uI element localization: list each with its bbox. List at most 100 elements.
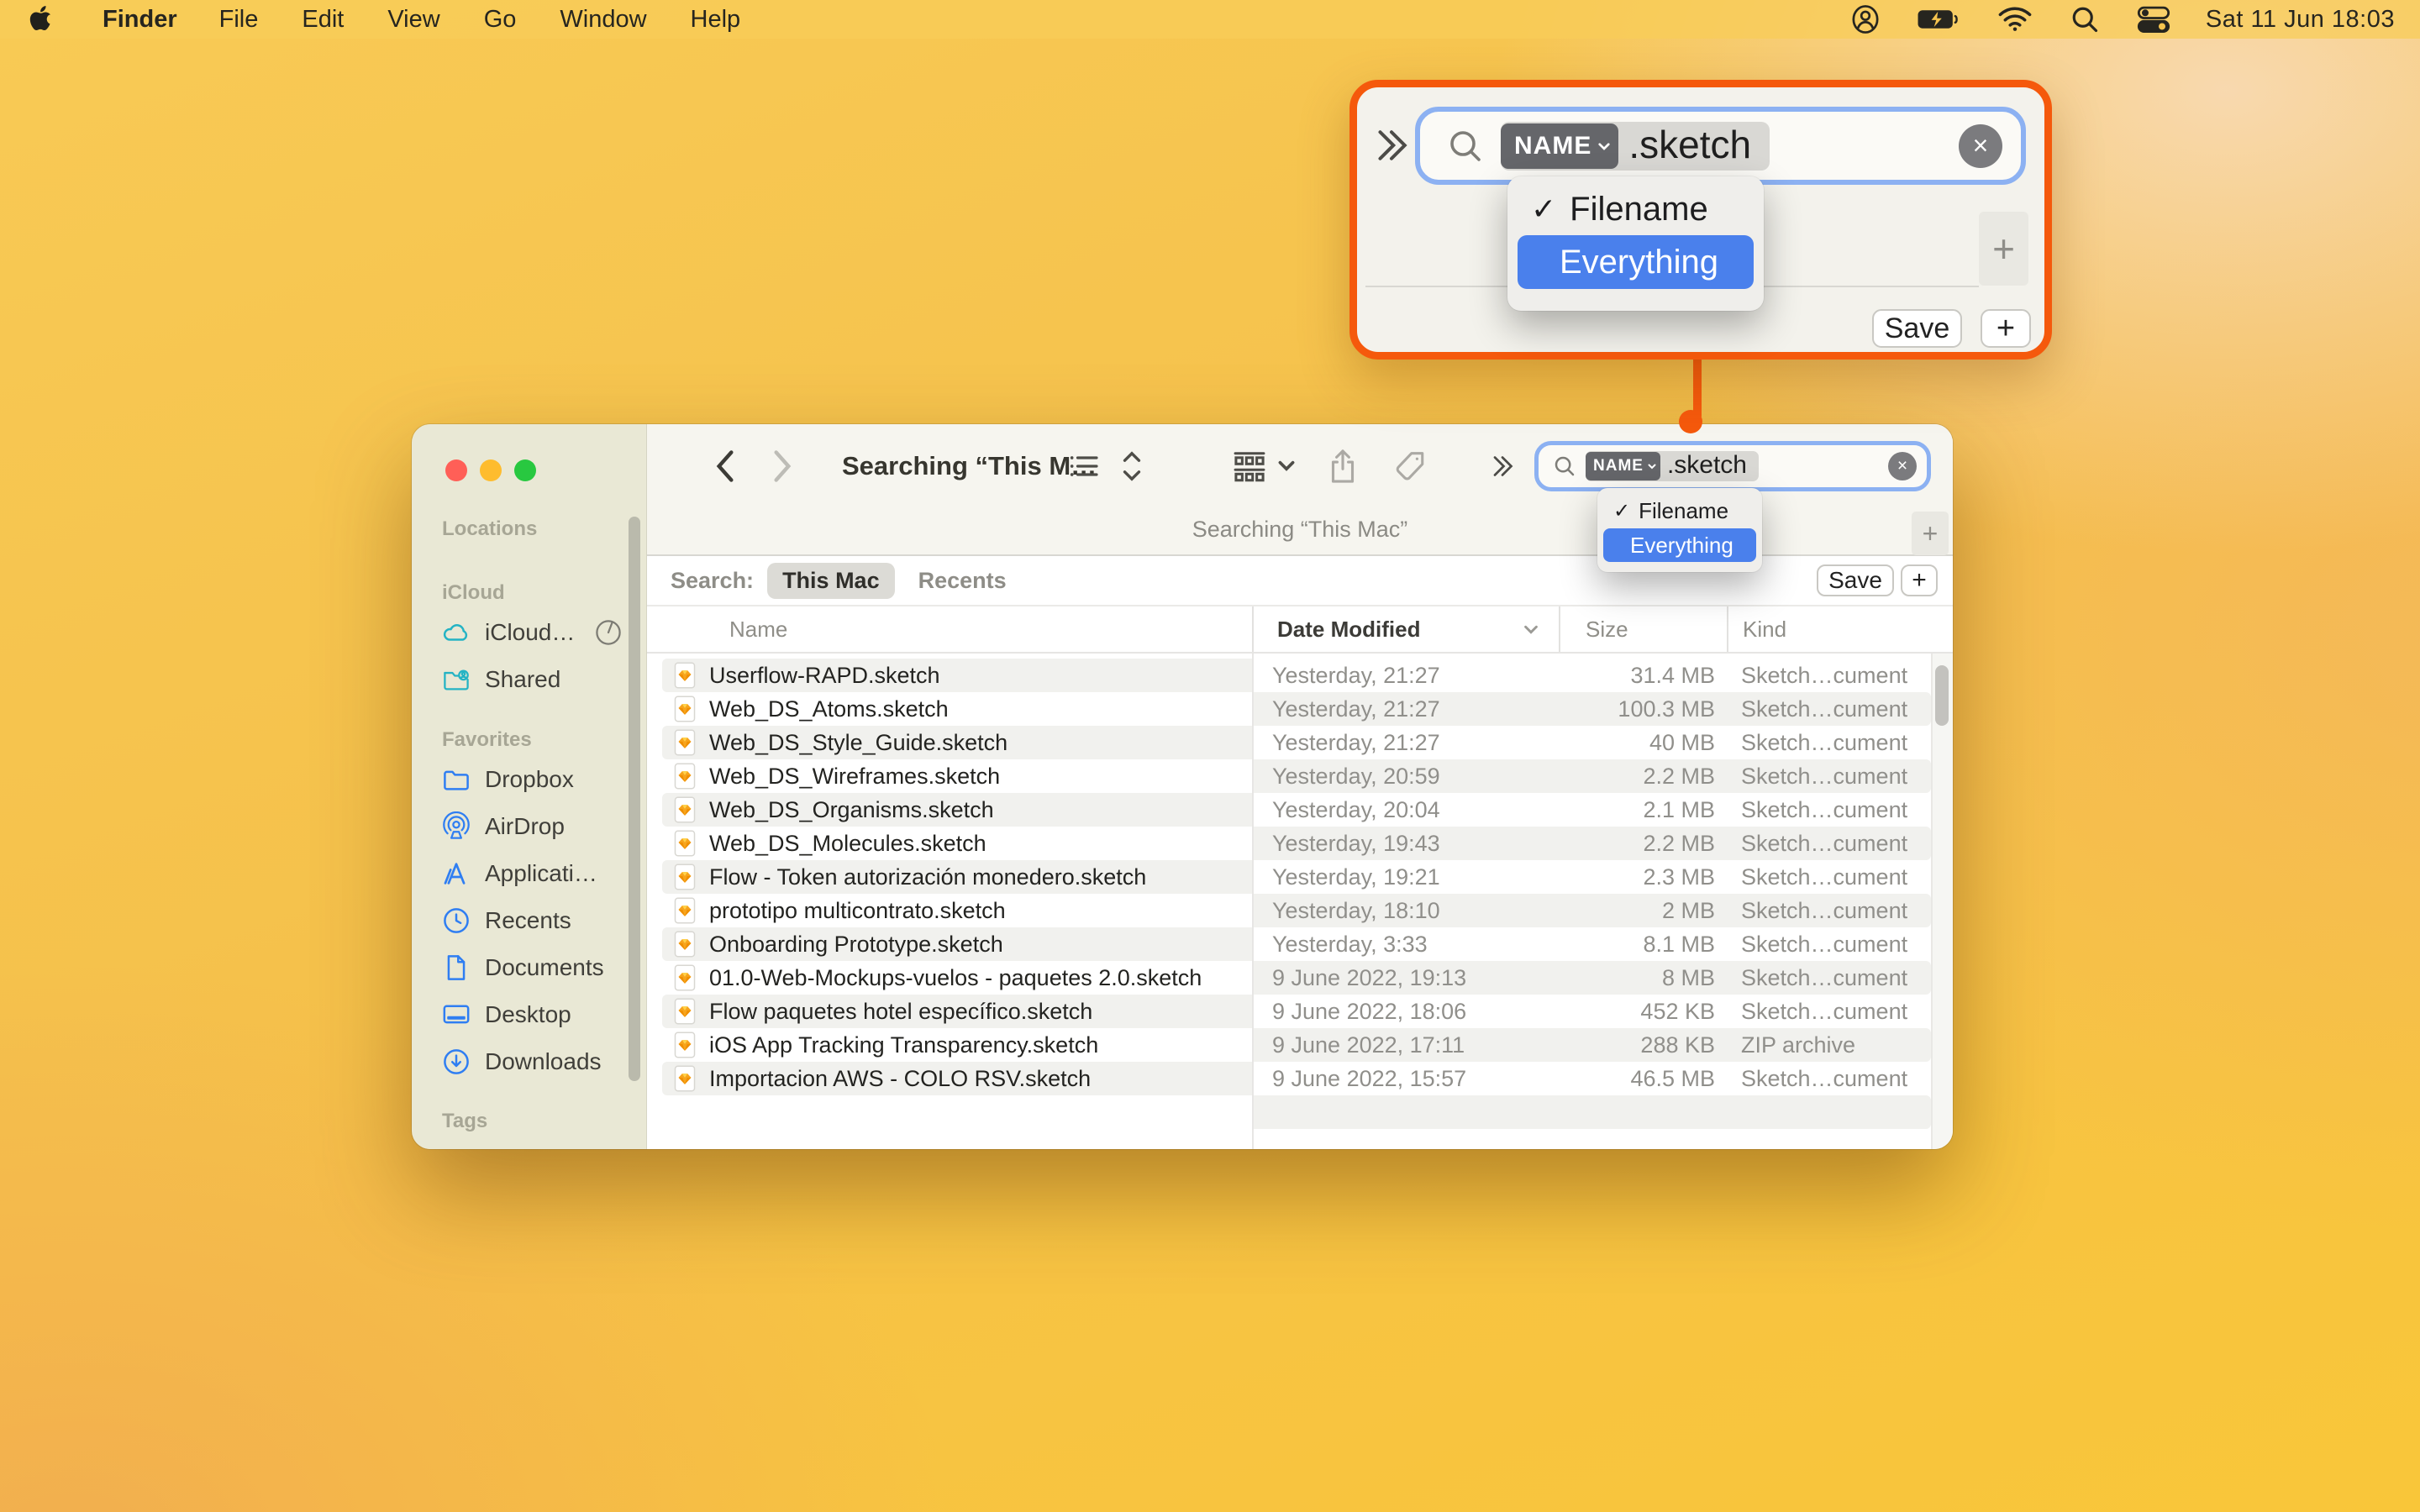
menu-bar-clock[interactable]: Sat 11 Jun 18:03 xyxy=(2206,6,2395,34)
toolbar-overflow-chevron-icon[interactable] xyxy=(1369,123,1414,168)
search-field-callout: NAME .sketch × + Save + ✓ Filename Every… xyxy=(1349,80,2052,360)
file-date-modified: 9 June 2022, 19:13 xyxy=(1252,965,1559,991)
sidebar-section-locations: Locations xyxy=(442,517,646,541)
table-row[interactable]: Web_DS_Atoms.sketchYesterday, 21:27100.3… xyxy=(662,692,1931,726)
search-input-magnified[interactable]: NAME .sketch × xyxy=(1415,107,2026,185)
table-row[interactable]: Flow - Token autorización monedero.sketc… xyxy=(662,860,1931,894)
group-view-icon[interactable] xyxy=(1231,448,1268,485)
table-row[interactable]: prototipo multicontrato.sketchYesterday,… xyxy=(662,894,1931,927)
chevron-down-icon[interactable] xyxy=(1276,455,1297,477)
table-row[interactable]: Web_DS_Organisms.sketchYesterday, 20:042… xyxy=(662,793,1931,827)
sidebar-item-downloads[interactable]: Downloads xyxy=(442,1038,646,1085)
table-row[interactable]: iOS App Tracking Transparency.sketch9 Ju… xyxy=(662,1028,1931,1062)
add-filter-button[interactable]: + xyxy=(1979,212,2028,286)
clear-search-icon[interactable]: × xyxy=(1959,124,2002,168)
forward-button[interactable] xyxy=(770,448,795,485)
list-view-icon[interactable] xyxy=(1067,449,1101,483)
sidebar-item-recents[interactable]: Recents xyxy=(442,897,646,944)
user-account-icon[interactable] xyxy=(1851,3,1880,35)
add-filter-button[interactable]: + xyxy=(1912,512,1949,555)
menu-item-everything[interactable]: Everything xyxy=(1518,235,1754,289)
sidebar-item-shared[interactable]: Shared xyxy=(442,656,646,703)
save-search-button[interactable]: Save xyxy=(1817,564,1894,596)
sidebar: LocationsiCloudiCloud…SharedFavoritesDro… xyxy=(412,424,647,1149)
zoom-window-button[interactable] xyxy=(514,459,536,481)
window-controls xyxy=(412,424,646,481)
back-button[interactable] xyxy=(713,448,738,485)
table-row[interactable]: Web_DS_Style_Guide.sketchYesterday, 21:2… xyxy=(662,726,1931,759)
close-window-button[interactable] xyxy=(445,459,467,481)
file-date-modified: Yesterday, 21:27 xyxy=(1252,663,1559,689)
desktop-icon xyxy=(442,1001,471,1028)
sidebar-item-documents[interactable]: Documents xyxy=(442,944,646,991)
menu-item-go[interactable]: Go xyxy=(462,6,539,33)
search-scope-token[interactable]: NAME xyxy=(1586,452,1660,480)
sidebar-item-desktop[interactable]: Desktop xyxy=(442,991,646,1038)
search-query-text[interactable]: .sketch xyxy=(1660,451,1749,481)
add-criteria-button[interactable]: + xyxy=(1981,309,2031,348)
search-query-text[interactable]: .sketch xyxy=(1618,122,1754,171)
menu-item-filename[interactable]: ✓ Filename xyxy=(1603,493,1756,528)
menu-item-edit[interactable]: Edit xyxy=(280,6,366,33)
search-scope-token[interactable]: NAME xyxy=(1501,123,1618,169)
control-center-icon[interactable] xyxy=(2137,5,2170,34)
table-row[interactable]: Onboarding Prototype.sketchYesterday, 3:… xyxy=(662,927,1931,961)
menu-item-window[interactable]: Window xyxy=(538,6,668,33)
file-size: 46.5 MB xyxy=(1559,1066,1727,1092)
callout-connector-dot xyxy=(1679,410,1702,433)
sidebar-item-favicon[interactable]: favicon xyxy=(442,1137,646,1149)
file-date-modified: Yesterday, 20:04 xyxy=(1252,797,1559,823)
sidebar-item-airdrop[interactable]: AirDrop xyxy=(442,803,646,850)
menu-item-finder[interactable]: Finder xyxy=(82,6,197,33)
toolbar-overflow-chevron-icon[interactable] xyxy=(1487,451,1518,481)
file-name: iOS App Tracking Transparency.sketch xyxy=(709,1032,1098,1058)
sidebar-item-icloud[interactable]: iCloud… xyxy=(442,609,646,656)
view-sort-chevrons-icon[interactable] xyxy=(1119,448,1144,485)
table-scrollbar-thumb[interactable] xyxy=(1935,665,1949,726)
table-row[interactable]: Importacion AWS - COLO RSV.sketch9 June … xyxy=(662,1062,1931,1095)
sidebar-item-label: favicon xyxy=(485,1147,560,1149)
clear-search-icon[interactable]: × xyxy=(1888,452,1917,480)
sketch-file-icon xyxy=(674,1032,696,1058)
column-header-name[interactable]: Name xyxy=(662,617,1252,643)
menu-item-filename[interactable]: ✓ Filename xyxy=(1518,186,1754,232)
sidebar-item-applicati[interactable]: Applicati… xyxy=(442,850,646,897)
shared-folder-icon xyxy=(442,666,471,693)
sidebar-item-dropbox[interactable]: Dropbox xyxy=(442,756,646,803)
scope-this-mac[interactable]: This Mac xyxy=(767,563,895,599)
table-row[interactable]: Userflow-RAPD.sketchYesterday, 21:2731.4… xyxy=(662,659,1931,692)
airdrop-icon xyxy=(442,811,471,842)
minimize-window-button[interactable] xyxy=(480,459,502,481)
column-header-size[interactable]: Size xyxy=(1559,606,1727,652)
column-header-date-modified[interactable]: Date Modified xyxy=(1252,606,1559,652)
column-header-kind[interactable]: Kind xyxy=(1727,606,1939,652)
spotlight-search-icon[interactable] xyxy=(2070,4,2100,34)
add-criteria-button[interactable]: + xyxy=(1901,564,1938,596)
file-kind: Sketch…cument xyxy=(1727,696,1931,722)
file-name: Userflow-RAPD.sketch xyxy=(709,663,940,689)
table-row[interactable]: Flow paquetes hotel específico.sketch9 J… xyxy=(662,995,1931,1028)
sidebar-section-icloud: iCloud xyxy=(442,581,646,605)
menu-item-everything[interactable]: Everything xyxy=(1603,528,1756,562)
save-search-button[interactable]: Save xyxy=(1872,309,1962,348)
menu-item-view[interactable]: View xyxy=(366,6,461,33)
table-row[interactable]: Web_DS_Wireframes.sketchYesterday, 20:59… xyxy=(662,759,1931,793)
search-token-menu: ✓ Filename Everything xyxy=(1597,488,1762,572)
wifi-icon[interactable] xyxy=(1997,6,2033,33)
file-date-modified: Yesterday, 19:21 xyxy=(1252,864,1559,890)
file-name: Flow - Token autorización monedero.sketc… xyxy=(709,864,1146,890)
apple-menu-icon[interactable] xyxy=(29,3,57,36)
battery-charging-icon[interactable] xyxy=(1917,7,1960,32)
search-input[interactable]: NAME .sketch × xyxy=(1534,441,1931,491)
menu-item-file[interactable]: File xyxy=(197,6,281,33)
sidebar-item-label: Applicati… xyxy=(485,860,597,887)
file-size: 2.2 MB xyxy=(1559,764,1727,790)
sketch-file-icon xyxy=(674,696,696,722)
scope-recents[interactable]: Recents xyxy=(918,568,1007,594)
table-row[interactable]: Web_DS_Molecules.sketchYesterday, 19:432… xyxy=(662,827,1931,860)
sidebar-scrollbar[interactable] xyxy=(629,517,640,1081)
menu-item-help[interactable]: Help xyxy=(669,6,763,33)
file-name: Web_DS_Style_Guide.sketch xyxy=(709,730,1007,756)
table-scrollbar-track[interactable] xyxy=(1931,654,1953,1149)
table-row[interactable]: 01.0-Web-Mockups-vuelos - paquetes 2.0.s… xyxy=(662,961,1931,995)
